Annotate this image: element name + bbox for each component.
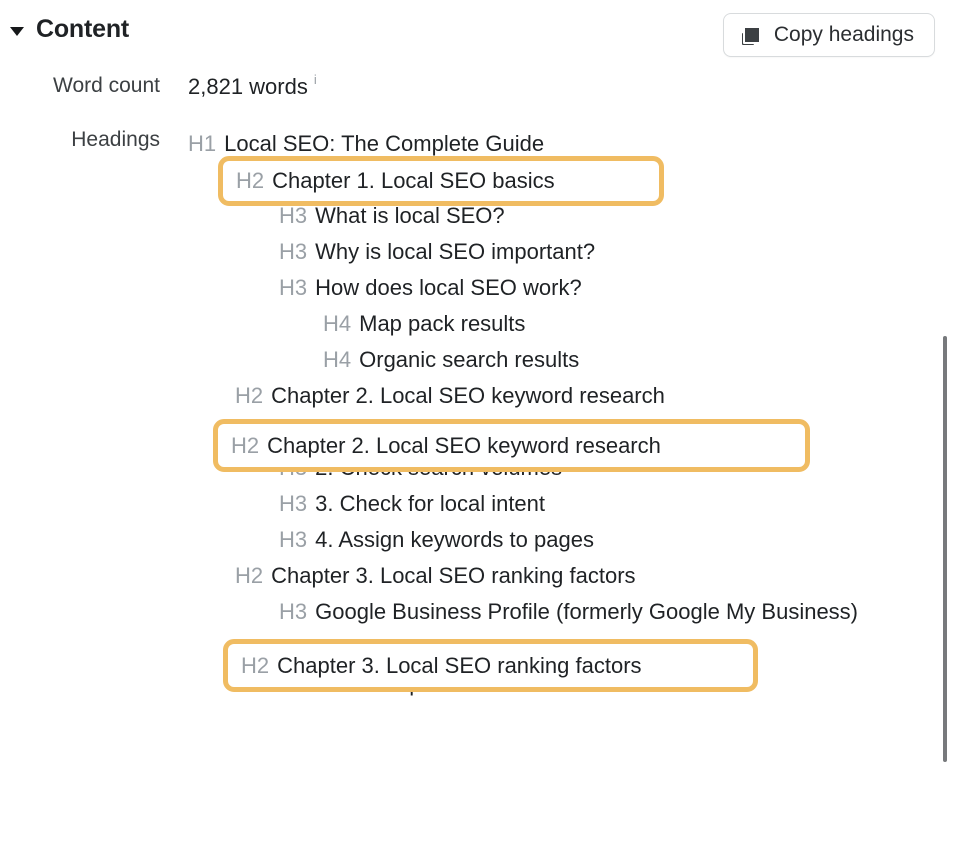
copy-headings-button-label: Copy headings	[773, 23, 914, 46]
heading-text: Why is local SEO important?	[315, 239, 596, 264]
triangle-down-icon[interactable]	[10, 26, 24, 36]
heading-tag: H4	[323, 311, 352, 336]
headings-tree-viewport: H1Local SEO: The Complete GuideH2Chapter…	[188, 126, 928, 854]
word-count-label: Word count	[53, 74, 160, 97]
heading-item: H3 How does local SEO work?	[279, 270, 928, 306]
heading-tag: H3	[279, 599, 308, 624]
heading-text: Chapter 3. Local SEO ranking factors	[271, 563, 636, 588]
highlight-box-chapter-1: H2 Chapter 1. Local SEO basics	[218, 156, 664, 206]
heading-tag: H1	[188, 131, 217, 156]
heading-item: H3 3. Check for local intent	[279, 486, 928, 522]
heading-item: H2 Chapter 2. Local SEO keyword research	[235, 378, 928, 414]
heading-text: Chapter 2. Local SEO keyword research	[271, 383, 665, 408]
copy-icon-front-square	[742, 25, 761, 44]
heading-text: 4. Assign keywords to pages	[315, 527, 594, 552]
heading-tag: H3	[279, 527, 308, 552]
scrollbar-thumb[interactable]	[943, 336, 947, 762]
panel-header: Content Copy headings	[0, 0, 954, 62]
heading-tag: H4	[323, 347, 352, 372]
headings-row-label-group: Headings	[0, 128, 160, 152]
heading-tag: H2	[235, 383, 264, 408]
scrollbar-track[interactable]	[943, 126, 951, 854]
heading-text: Map pack results	[359, 311, 526, 336]
headings-label: Headings	[71, 128, 160, 151]
highlight-box-chapter-3: H2 Chapter 3. Local SEO ranking factors	[223, 639, 758, 692]
heading-text: Organic search results	[359, 347, 580, 372]
highlight-tag: H2	[236, 168, 265, 193]
heading-item: H4 Map pack results	[323, 306, 928, 342]
headings-tree: H1Local SEO: The Complete GuideH2Chapter…	[188, 126, 928, 702]
word-count-value-group: 2,821 words i	[188, 73, 317, 100]
heading-tag: H3	[279, 491, 308, 516]
heading-item: H3 Why is local SEO important?	[279, 234, 928, 270]
heading-tag: H3	[279, 239, 308, 264]
word-count-value: 2,821 words	[188, 74, 308, 99]
content-section-toggle[interactable]: Content	[10, 17, 129, 42]
highlight-tag: H2	[231, 432, 260, 458]
heading-tag: H2	[235, 563, 264, 588]
heading-tag: H3	[279, 275, 308, 300]
heading-item: H2 Chapter 3. Local SEO ranking factors	[235, 558, 928, 594]
highlight-text: Chapter 3. Local SEO ranking factors	[277, 652, 642, 678]
heading-item: H3 Google Business Profile (formerly Goog…	[279, 594, 928, 630]
copy-icon	[741, 25, 761, 45]
highlight-tag: H2	[241, 652, 270, 678]
heading-item: H4 Organic search results	[323, 342, 928, 378]
heading-text: How does local SEO work?	[315, 275, 582, 300]
info-icon[interactable]: i	[314, 73, 317, 86]
copy-headings-button[interactable]: Copy headings	[722, 13, 935, 57]
content-panel: Content Copy headings Word count 2,821 w…	[0, 0, 954, 854]
highlight-text: Chapter 2. Local SEO keyword research	[267, 432, 661, 458]
word-count-row: Word count 2,821 words i	[0, 73, 317, 100]
heading-item: H3 4. Assign keywords to pages	[279, 522, 928, 558]
heading-text: 3. Check for local intent	[315, 491, 546, 516]
highlight-text: Chapter 1. Local SEO basics	[272, 168, 555, 193]
page-title: Content	[36, 15, 130, 43]
heading-text: Google Business Profile (formerly Google…	[315, 599, 859, 624]
highlight-box-chapter-2: H2 Chapter 2. Local SEO keyword research	[213, 419, 810, 472]
